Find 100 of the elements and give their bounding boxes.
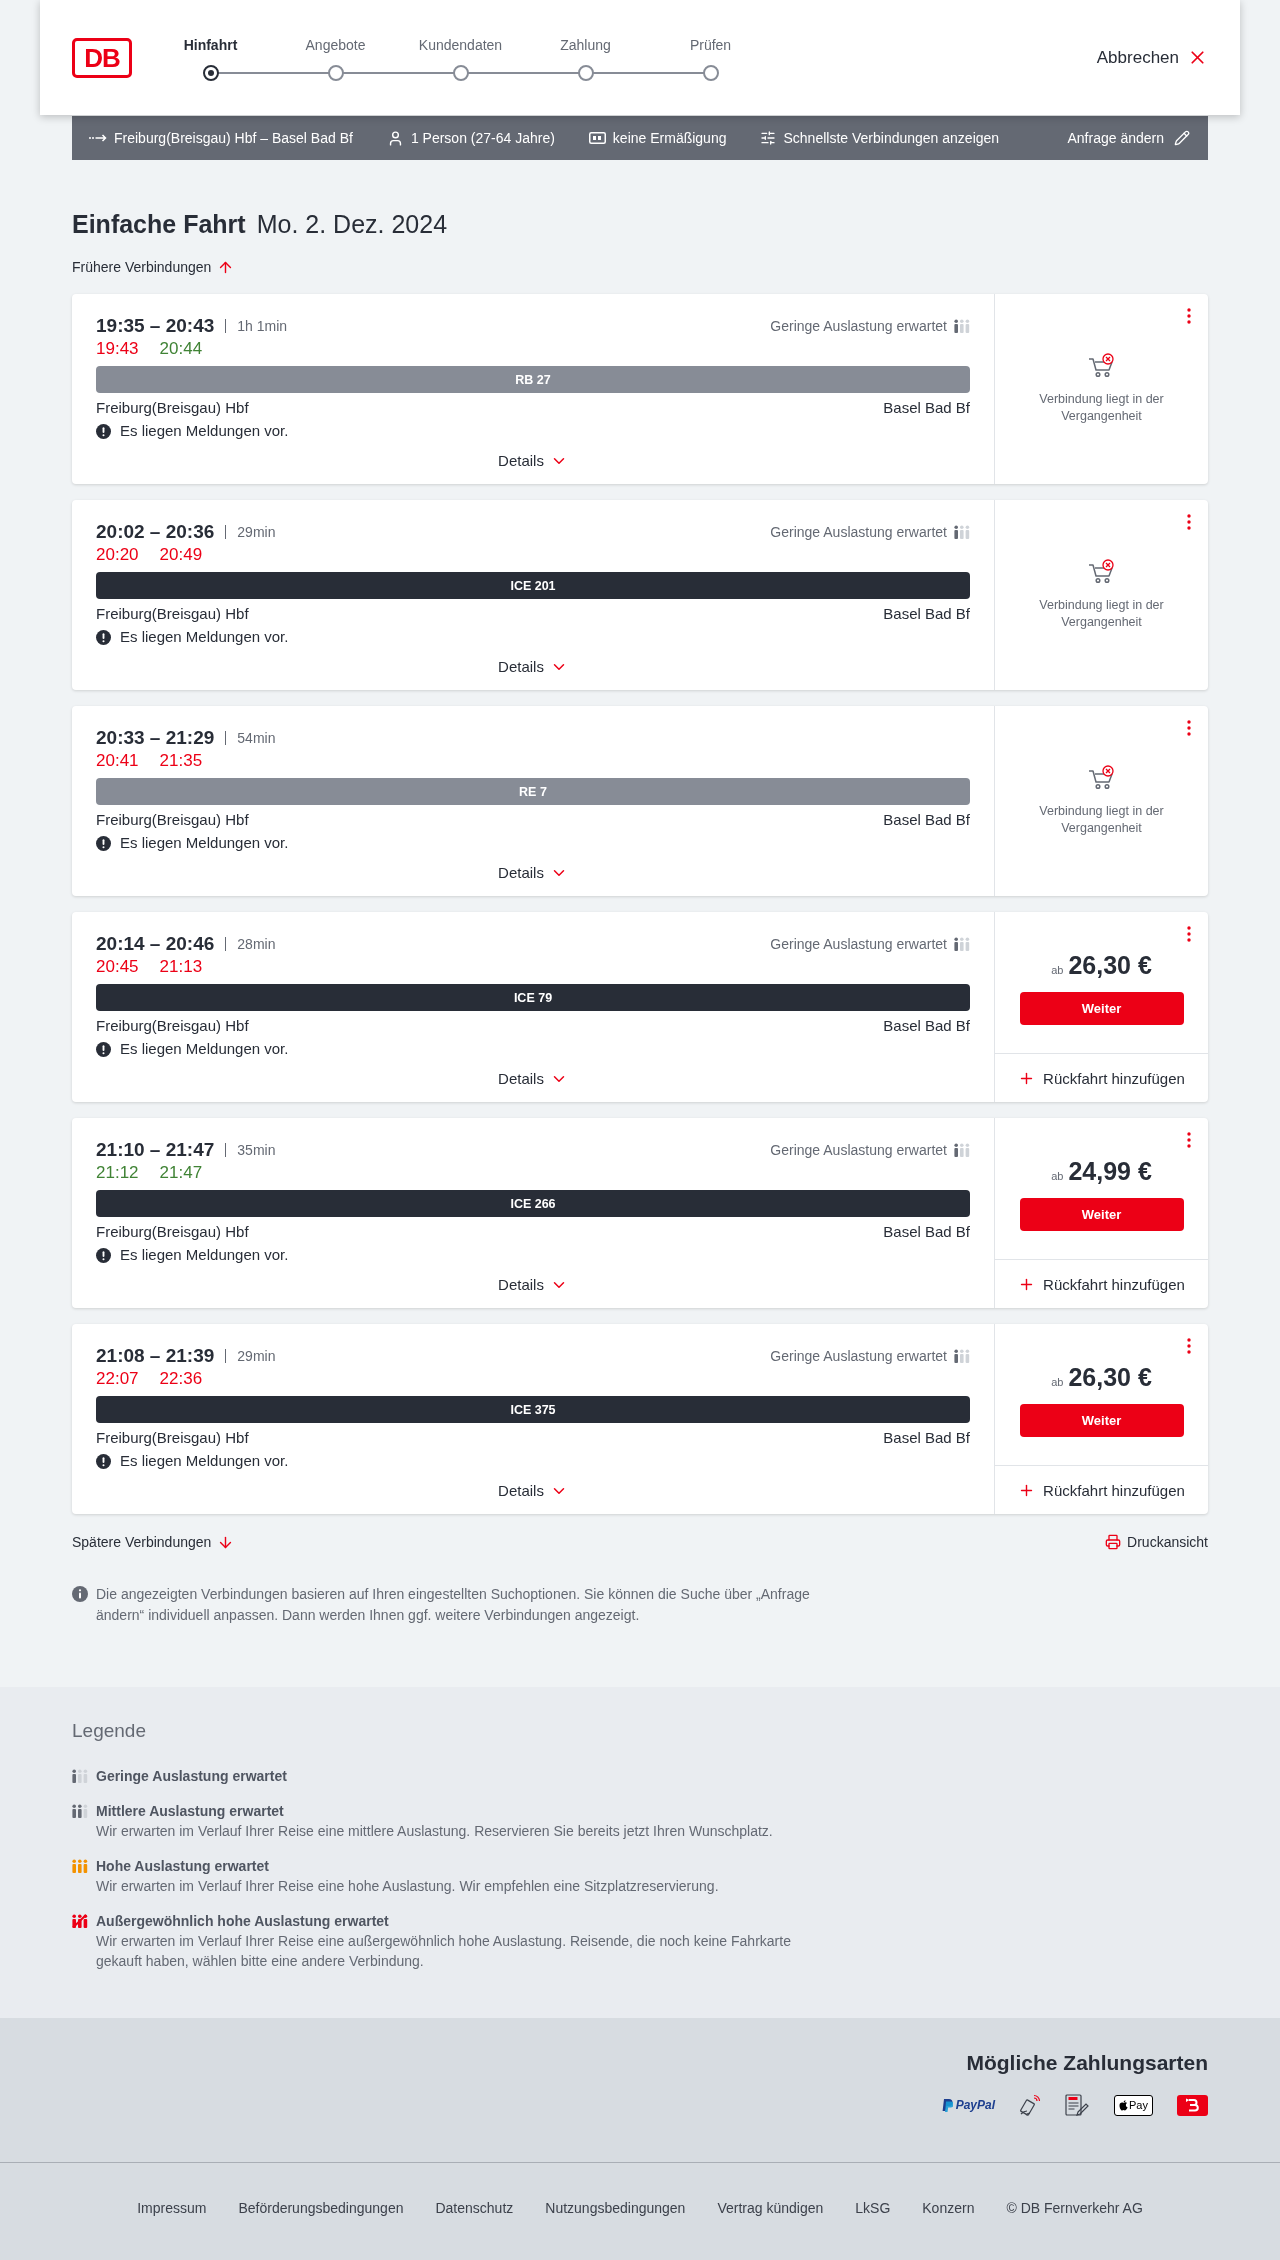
details-button[interactable]: Details — [498, 1273, 568, 1297]
kebab-menu-icon — [1187, 514, 1191, 530]
footer-link[interactable]: Datenschutz — [435, 2198, 514, 2218]
more-options-button[interactable] — [1187, 1338, 1191, 1354]
legend-item-title: Mittlere Auslastung erwartet — [96, 1802, 284, 1821]
logo-mark-icon — [941, 2098, 953, 2112]
arrival-station: Basel Bad Bf — [883, 1222, 970, 1242]
duration-text: 1h 1min — [237, 318, 288, 334]
arrival-station: Basel Bad Bf — [883, 604, 970, 624]
print-view-link[interactable]: Druckansicht — [1105, 1532, 1208, 1552]
actual-departure-time: 20:20 — [96, 545, 139, 565]
details-button[interactable]: Details — [498, 1067, 568, 1091]
people-icon — [954, 319, 970, 333]
actual-departure-time: 20:41 — [96, 751, 139, 771]
legend-item-title: Außergewöhnlich hohe Auslastung erwartet — [96, 1912, 389, 1931]
planned-times: 21:10 – 21:47 — [96, 1139, 215, 1161]
alert-icon — [96, 629, 111, 645]
continue-button[interactable]: Weiter — [1019, 992, 1184, 1025]
price-text: 24,99 € — [1068, 1156, 1152, 1186]
trip-type-heading: Einfache Fahrt — [72, 209, 246, 239]
date-heading: Mo. 2. Dez. 2024 — [256, 209, 448, 239]
more-options-button[interactable] — [1187, 1132, 1191, 1148]
actual-arrival-time: 20:49 — [159, 545, 203, 565]
price-prefix: ab — [1051, 1376, 1064, 1389]
continue-button[interactable]: Weiter — [1019, 1198, 1184, 1231]
notice-text: Es liegen Meldungen vor. — [120, 1245, 289, 1265]
discount-text: keine Ermäßigung — [612, 130, 727, 146]
step-label: Prüfen — [689, 35, 732, 55]
arrival-station: Basel Bad Bf — [883, 1016, 970, 1036]
step-label: Angebote — [305, 35, 366, 55]
footer-link[interactable]: Beförderungsbedingungen — [238, 2198, 404, 2218]
details-button[interactable]: Details — [498, 1479, 568, 1503]
route-text: Freiburg(Breisgau) Hbf – Basel Bad Bf — [114, 130, 353, 146]
payment-method-label: PayPal — [955, 2098, 996, 2112]
arrival-station: Basel Bad Bf — [883, 1428, 970, 1448]
notice-text: Es liegen Meldungen vor. — [120, 833, 289, 853]
legend-title: Legende — [72, 1719, 147, 1743]
add-return-button[interactable]: Rückfahrt hinzufügen — [995, 1053, 1208, 1102]
add-return-button[interactable]: Rückfahrt hinzufügen — [995, 1259, 1208, 1308]
actual-departure-time: 19:43 — [96, 339, 139, 359]
details-button[interactable]: Details — [498, 449, 568, 473]
document-pen-icon — [1065, 2094, 1091, 2116]
price-text: 26,30 € — [1068, 950, 1152, 980]
kebab-menu-icon — [1187, 308, 1191, 324]
info-note-text: Die angezeigten Verbindungen basieren auf Ihren eingestellten Suchoptionen. Sie können die Suche über „Anfrage ändern“ individuell anpassen. Dann werden Ihnen ggf. weitere Verbindungen angezeigt. — [96, 1585, 811, 1625]
occupancy-text: Geringe Auslastung erwartet — [770, 1142, 947, 1158]
more-options-button[interactable] — [1187, 926, 1191, 942]
step-label: Zahlung — [560, 35, 611, 55]
price-prefix: ab — [1051, 964, 1064, 977]
people-icon — [72, 1804, 88, 1818]
payment-method-label: Pay — [1129, 2099, 1148, 2111]
earlier-connections-link[interactable]: Frühere Verbindungen — [72, 257, 235, 277]
alert-icon — [96, 1247, 111, 1263]
legend-item-text: Wir erwarten im Verlauf Ihrer Reise eine hohe Auslastung. Wir empfehlen eine Sitzplatzreservierung. — [96, 1877, 720, 1896]
unavailable-text: Verbindung liegt in der Vergangenheit — [1038, 391, 1165, 425]
later-connections-link[interactable]: Spätere Verbindungen — [72, 1532, 235, 1552]
footer-link[interactable]: LkSG — [855, 2198, 891, 2218]
details-button[interactable]: Details — [498, 655, 568, 679]
occupancy-text: Geringe Auslastung erwartet — [770, 524, 947, 540]
edit-request-button[interactable]: Anfrage ändern — [1067, 130, 1190, 146]
more-options-button[interactable] — [1187, 308, 1191, 324]
alert-icon — [96, 1041, 111, 1057]
logo[interactable]: DB — [72, 37, 132, 78]
alert-icon — [96, 835, 111, 851]
departure-station: Freiburg(Breisgau) Hbf — [96, 1428, 249, 1448]
train-bar: ICE 79 — [96, 984, 970, 1011]
cart-cross-icon — [1087, 559, 1116, 585]
footer-link[interactable]: Konzern — [922, 2198, 975, 2218]
actual-departure-time: 20:45 — [96, 957, 139, 977]
alert-icon — [96, 1453, 111, 1469]
notice-text: Es liegen Meldungen vor. — [120, 1039, 289, 1059]
actual-arrival-time: 20:44 — [159, 339, 203, 359]
occupancy-text: Geringe Auslastung erwartet — [770, 936, 947, 952]
cart-cross-icon — [1087, 765, 1116, 791]
add-return-button[interactable]: Rückfahrt hinzufügen — [995, 1465, 1208, 1514]
planned-times: 21:08 – 21:39 — [96, 1345, 215, 1367]
bonus-tile-icon — [1177, 2094, 1208, 2116]
continue-button[interactable]: Weiter — [1019, 1404, 1184, 1437]
more-options-button[interactable] — [1187, 720, 1191, 736]
legend-item-title: Hohe Auslastung erwartet — [96, 1857, 269, 1876]
arrival-station: Basel Bad Bf — [883, 398, 970, 418]
train-bar: ICE 266 — [96, 1190, 970, 1217]
details-button[interactable]: Details — [498, 861, 568, 885]
route-arrow-icon — [89, 133, 107, 143]
cancel-button[interactable]: Abbrechen — [1096, 47, 1208, 68]
printer-icon — [1105, 1534, 1122, 1550]
notice-text: Es liegen Meldungen vor. — [120, 627, 289, 647]
footer-link[interactable]: Impressum — [137, 2198, 207, 2218]
people-icon — [954, 937, 970, 951]
train-bar: RB 27 — [96, 366, 970, 393]
duration-text: 54min — [237, 730, 276, 746]
footer-link[interactable]: Vertrag kündigen — [717, 2198, 824, 2218]
notice-text: Es liegen Meldungen vor. — [120, 421, 289, 441]
actual-arrival-time: 21:13 — [159, 957, 203, 977]
duration-text: 35min — [237, 1142, 276, 1158]
planned-times: 20:02 – 20:36 — [96, 521, 215, 543]
sliders-icon — [760, 130, 777, 146]
planned-times: 20:14 – 20:46 — [96, 933, 215, 955]
more-options-button[interactable] — [1187, 514, 1191, 530]
footer-link[interactable]: Nutzungsbedingungen — [545, 2198, 686, 2218]
